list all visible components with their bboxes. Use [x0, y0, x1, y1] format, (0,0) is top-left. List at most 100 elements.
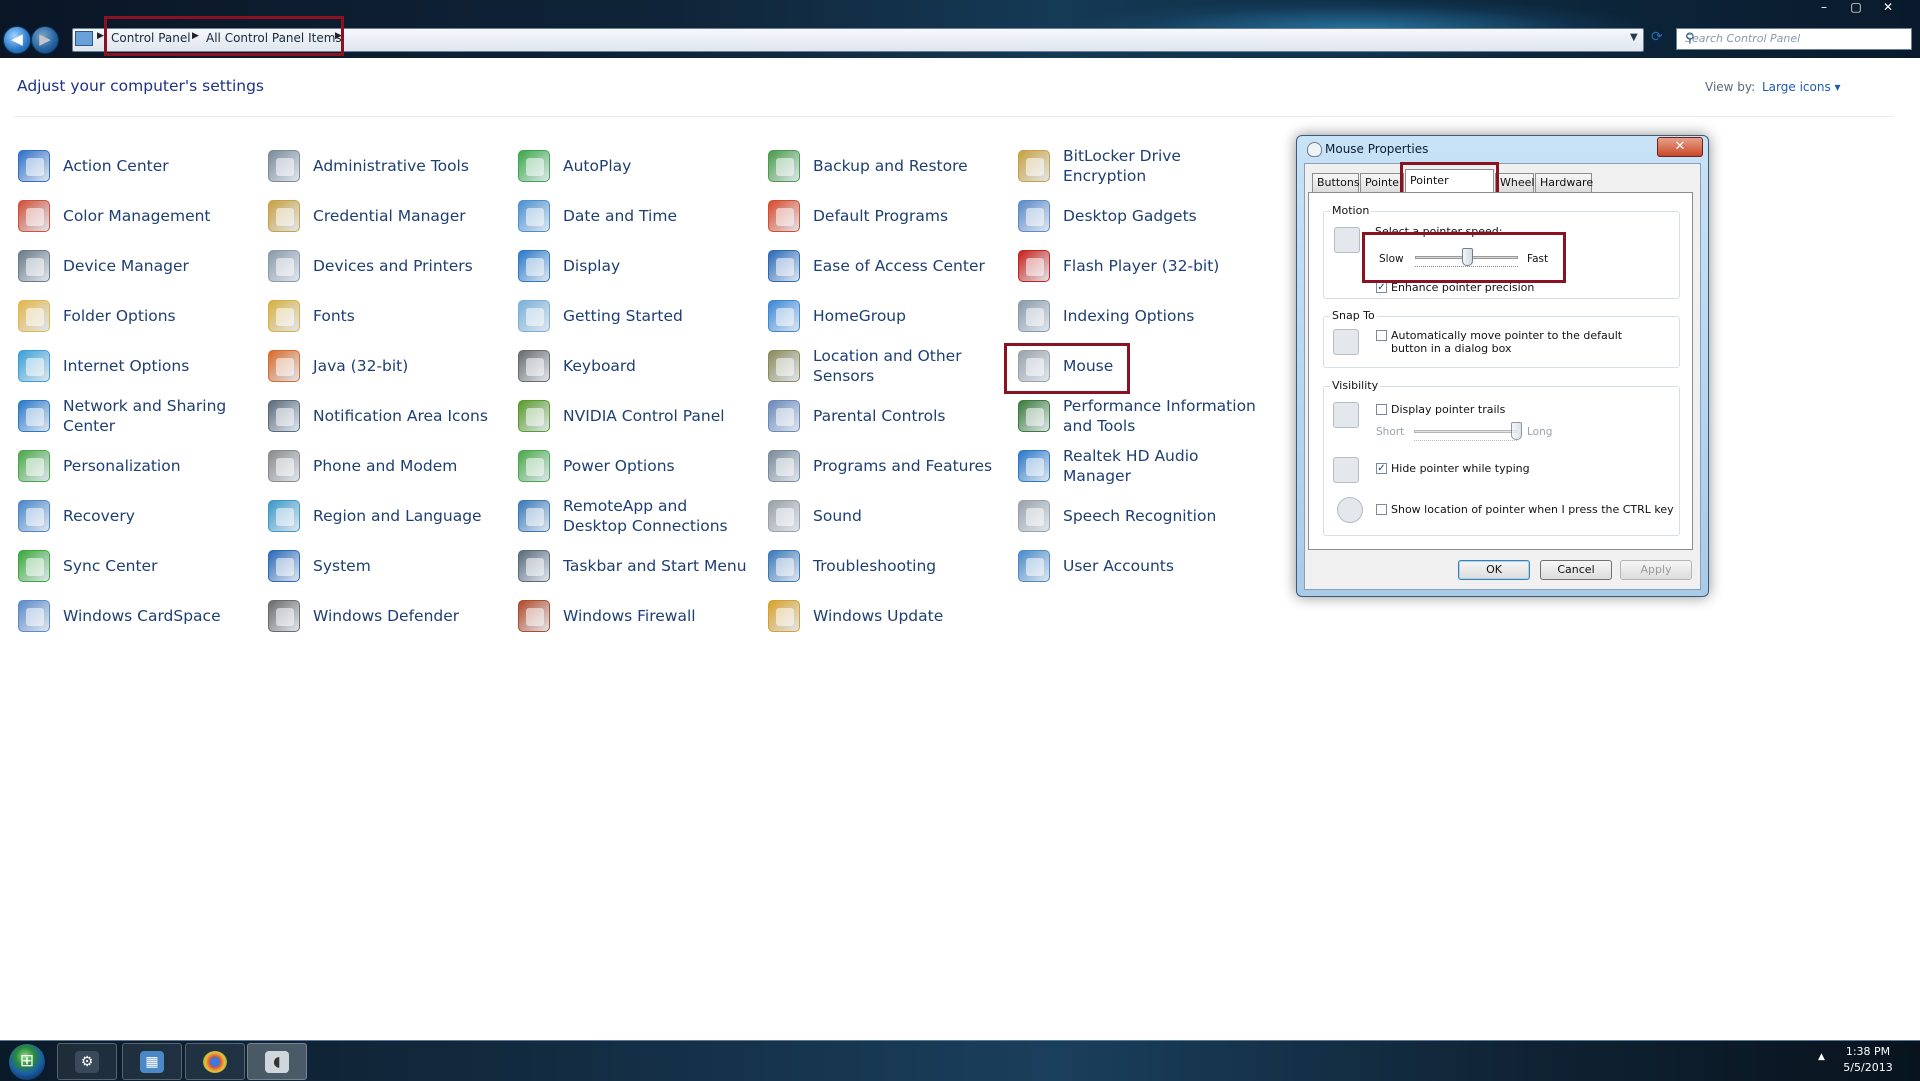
cp-item-system[interactable]: System	[268, 543, 498, 589]
visibility-group-label: Visibility	[1330, 379, 1381, 392]
minimize-button[interactable]: –	[1813, 0, 1835, 14]
cp-item-windows-cardspace[interactable]: Windows CardSpace	[18, 593, 248, 639]
tab-pointers[interactable]: Pointers	[1360, 173, 1404, 192]
show-hidden-icons-icon[interactable]: ▲	[1818, 1052, 1825, 1062]
breadcrumb-separator-icon: ▶	[97, 31, 104, 41]
cp-item-getting-started[interactable]: Getting Started	[518, 293, 748, 339]
tab-wheel[interactable]: Wheel	[1495, 173, 1534, 192]
mouse-highlight-box	[1004, 343, 1130, 394]
cp-item-date-and-time[interactable]: Date and Time	[518, 193, 748, 239]
windows-update-icon	[768, 600, 800, 632]
enhance-precision-checkbox[interactable]: ✓	[1376, 282, 1387, 293]
cp-item-autoplay[interactable]: AutoPlay	[518, 143, 748, 189]
cp-item-label: Parental Controls	[813, 407, 946, 425]
gadgets-icon	[1018, 200, 1050, 232]
tab-buttons[interactable]: Buttons	[1312, 173, 1360, 192]
snap-to-checkbox[interactable]	[1376, 330, 1387, 341]
trails-slider-track[interactable]	[1414, 430, 1517, 433]
cp-item-fonts[interactable]: Fonts	[268, 293, 498, 339]
cp-item-java-32-bit[interactable]: Java (32-bit)	[268, 343, 498, 389]
view-by-dropdown[interactable]: Large icons ▾	[1762, 80, 1841, 94]
maximize-button[interactable]: ▢	[1845, 0, 1867, 14]
cp-item-troubleshooting[interactable]: Troubleshooting	[768, 543, 998, 589]
snap-to-label: Automatically move pointer to the defaul…	[1391, 329, 1623, 355]
dialog-close-button[interactable]: ✕	[1657, 137, 1703, 157]
cp-item-homegroup[interactable]: HomeGroup	[768, 293, 998, 339]
cp-item-label: Java (32-bit)	[313, 357, 409, 375]
cp-item-label: Default Programs	[813, 207, 949, 225]
cp-item-label: Phone and Modem	[313, 457, 458, 475]
cp-item-taskbar-and-start-menu[interactable]: Taskbar and Start Menu	[518, 543, 748, 589]
cp-item-phone-and-modem[interactable]: Phone and Modem	[268, 443, 498, 489]
cp-item-sound[interactable]: Sound	[768, 493, 998, 539]
cp-item-notification-area-icons[interactable]: Notification Area Icons	[268, 393, 498, 439]
cp-item-bitlocker-drive-encryption[interactable]: BitLocker Drive Encryption	[1018, 143, 1258, 189]
cp-item-realtek-hd-audio-manager[interactable]: Realtek HD Audio Manager	[1018, 443, 1258, 489]
cp-item-user-accounts[interactable]: User Accounts	[1018, 543, 1258, 589]
cp-item-sync-center[interactable]: Sync Center	[18, 543, 248, 589]
taskbar-clock[interactable]: 1:38 PM 5/5/2013	[1830, 1044, 1906, 1076]
cp-item-label: BitLocker Drive Encryption	[1063, 147, 1181, 185]
cp-item-indexing-options[interactable]: Indexing Options	[1018, 293, 1258, 339]
cp-item-performance-information-and-tools[interactable]: Performance Information and Tools	[1018, 393, 1258, 439]
refresh-icon[interactable]: ⟳	[1651, 29, 1663, 45]
forward-button[interactable]: ▶	[31, 26, 59, 54]
hide-pointer-checkbox[interactable]: ✓	[1376, 463, 1387, 474]
cp-item-desktop-gadgets[interactable]: Desktop Gadgets	[1018, 193, 1258, 239]
cp-item-windows-update[interactable]: Windows Update	[768, 593, 998, 639]
cp-item-remoteapp-and-desktop-connections[interactable]: RemoteApp and Desktop Connections	[518, 493, 748, 539]
admin-tools-icon	[268, 150, 300, 182]
chrome-icon	[203, 1051, 227, 1073]
cp-item-windows-firewall[interactable]: Windows Firewall	[518, 593, 748, 639]
address-dropdown-icon[interactable]: ▼	[1630, 32, 1638, 43]
cancel-button[interactable]: Cancel	[1540, 560, 1612, 580]
cp-item-location-and-other-sensors[interactable]: Location and Other Sensors	[768, 343, 998, 389]
show-location-checkbox[interactable]	[1376, 504, 1387, 515]
cp-item-recovery[interactable]: Recovery	[18, 493, 248, 539]
tab-hardware[interactable]: Hardware	[1535, 173, 1593, 192]
ok-button[interactable]: OK	[1458, 560, 1530, 580]
cp-item-color-management[interactable]: Color Management	[18, 193, 248, 239]
back-button[interactable]: ◀	[3, 26, 31, 54]
window-close-button[interactable]: ✕	[1877, 0, 1899, 14]
pointer-trails-checkbox[interactable]	[1376, 404, 1387, 415]
cp-item-windows-defender[interactable]: Windows Defender	[268, 593, 498, 639]
cp-item-speech-recognition[interactable]: Speech Recognition	[1018, 493, 1258, 539]
taskbar-chrome-button[interactable]	[185, 1043, 245, 1080]
cp-item-folder-options[interactable]: Folder Options	[18, 293, 248, 339]
cp-item-device-manager[interactable]: Device Manager	[18, 243, 248, 289]
taskbar-control-panel-button[interactable]: ▦	[122, 1043, 182, 1080]
cp-item-action-center[interactable]: Action Center	[18, 143, 248, 189]
cp-item-power-options[interactable]: Power Options	[518, 443, 748, 489]
homegroup-icon	[768, 300, 800, 332]
trails-slider-thumb[interactable]	[1511, 422, 1522, 440]
user-accounts-icon	[1018, 550, 1050, 582]
cp-item-backup-and-restore[interactable]: Backup and Restore	[768, 143, 998, 189]
cp-item-administrative-tools[interactable]: Administrative Tools	[268, 143, 498, 189]
cp-item-default-programs[interactable]: Default Programs	[768, 193, 998, 239]
cp-item-display[interactable]: Display	[518, 243, 748, 289]
cp-item-flash-player-32-bit[interactable]: Flash Player (32-bit)	[1018, 243, 1258, 289]
apply-button[interactable]: Apply	[1620, 560, 1692, 580]
taskbar-steam-button[interactable]: ⚙	[57, 1043, 117, 1080]
cp-item-keyboard[interactable]: Keyboard	[518, 343, 748, 389]
cp-item-credential-manager[interactable]: Credential Manager	[268, 193, 498, 239]
cp-item-devices-and-printers[interactable]: Devices and Printers	[268, 243, 498, 289]
pointer-speed-highlight-box	[1362, 232, 1566, 283]
cp-item-nvidia-control-panel[interactable]: NVIDIA Control Panel	[518, 393, 748, 439]
cp-item-network-and-sharing-center[interactable]: Network and Sharing Center	[18, 393, 248, 439]
cp-item-programs-and-features[interactable]: Programs and Features	[768, 443, 998, 489]
cp-item-label: Keyboard	[563, 357, 636, 375]
cp-item-label: Personalization	[63, 457, 181, 475]
cp-item-ease-of-access-center[interactable]: Ease of Access Center	[768, 243, 998, 289]
cp-item-personalization[interactable]: Personalization	[18, 443, 248, 489]
start-button[interactable]: ⊞	[8, 1043, 46, 1081]
taskbar-mouse-button[interactable]: ◖	[247, 1043, 307, 1080]
cp-item-parental-controls[interactable]: Parental Controls	[768, 393, 998, 439]
control-panel-taskbar-icon: ▦	[140, 1051, 164, 1073]
cp-item-region-and-language[interactable]: Region and Language	[268, 493, 498, 539]
cp-item-internet-options[interactable]: Internet Options	[18, 343, 248, 389]
search-input[interactable]: Search Control Panel ⚲	[1676, 28, 1912, 50]
power-icon	[518, 450, 550, 482]
taskbar-icon	[518, 550, 550, 582]
